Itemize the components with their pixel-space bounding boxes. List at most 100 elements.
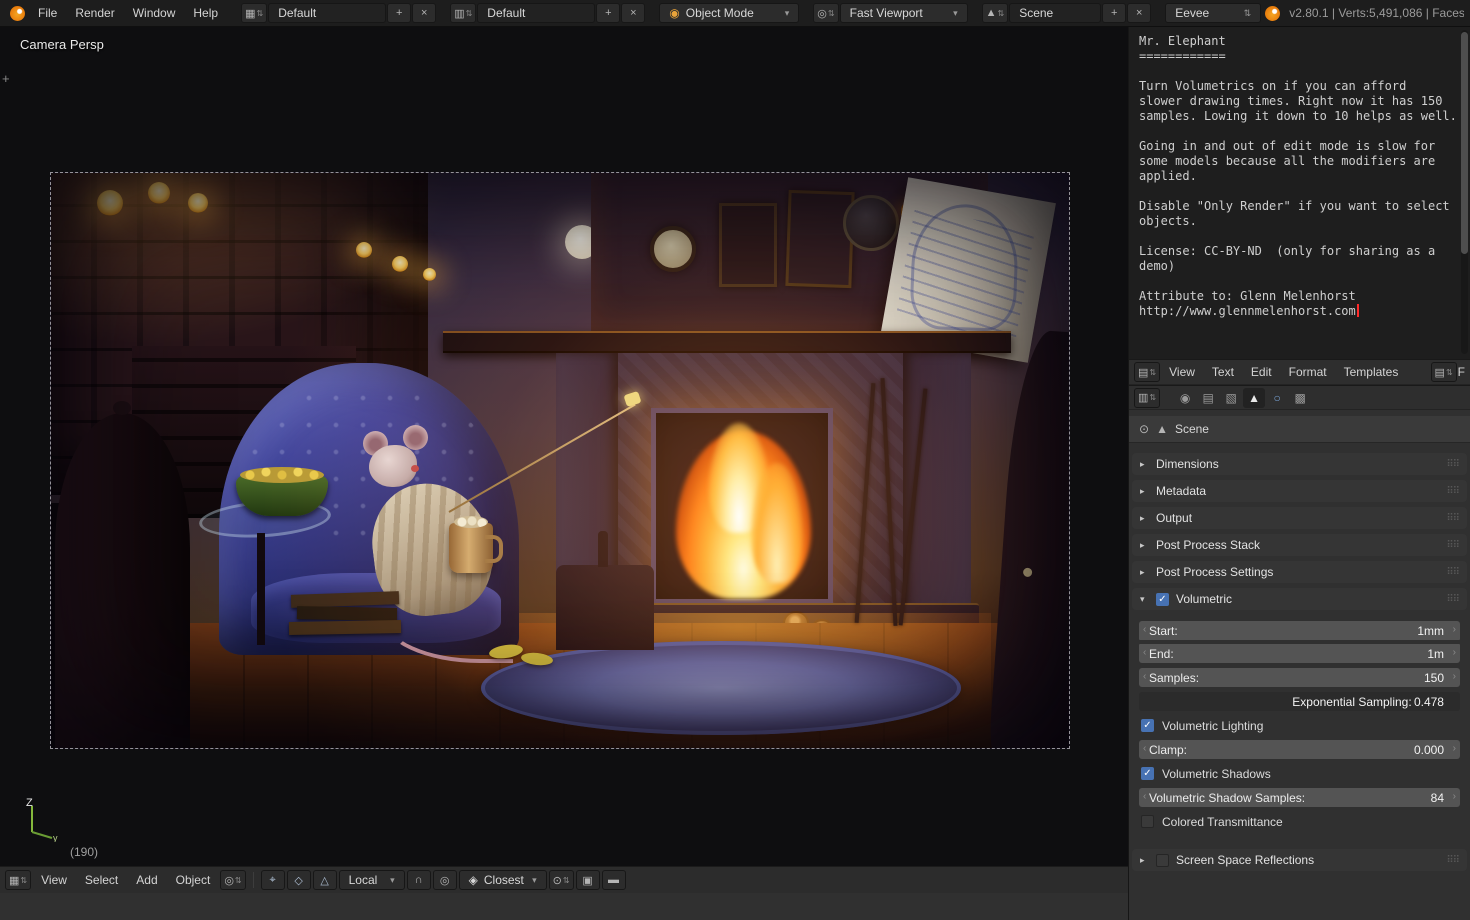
shading-browse-icon[interactable]: ◎⇅ bbox=[813, 3, 838, 23]
axis-z-label: Z bbox=[26, 797, 33, 809]
blender-logo-icon[interactable] bbox=[10, 6, 25, 21]
text-edit-menu[interactable]: Edit bbox=[1243, 359, 1280, 385]
scene-tab-icon[interactable]: ▲ bbox=[1243, 388, 1265, 408]
panel-post-process-stack[interactable]: ▸Post Process Stack⠿⠿ bbox=[1132, 534, 1467, 556]
workspace-close-button[interactable]: × bbox=[412, 3, 436, 23]
text-editor-content[interactable]: Mr. Elephant ============ Turn Volumetri… bbox=[1129, 27, 1470, 319]
scene-vignette bbox=[51, 173, 1069, 748]
scene-name-field[interactable]: Scene bbox=[1009, 3, 1101, 23]
text-view-menu[interactable]: View bbox=[1161, 359, 1203, 385]
volumetric-start-field[interactable]: Start:1mm bbox=[1139, 621, 1460, 640]
window-menu[interactable]: Window bbox=[124, 0, 185, 27]
overlays-toggle-icon[interactable]: ⊙⇅ bbox=[549, 870, 574, 890]
volumetric-samples-field[interactable]: Samples:150 bbox=[1139, 668, 1460, 687]
viewport-object-menu[interactable]: Object bbox=[168, 867, 219, 894]
increment-arrow-icon[interactable]: › bbox=[1453, 743, 1456, 754]
snap-target-dropdown[interactable]: ◈ Closest▾ bbox=[459, 870, 547, 890]
viewport-header-bar: ▦⇅ View Select Add Object ◎⇅ ⌖ ◇ △ Local… bbox=[0, 866, 1128, 893]
viewport-select-menu[interactable]: Select bbox=[77, 867, 126, 894]
layout-add-button[interactable]: + bbox=[596, 3, 620, 23]
volumetric-shadows-checkbox[interactable]: ✓ bbox=[1141, 767, 1154, 780]
increment-arrow-icon[interactable]: › bbox=[1453, 671, 1456, 682]
text-templates-menu[interactable]: Templates bbox=[1336, 359, 1407, 385]
panel-dimensions[interactable]: ▸Dimensions⠿⠿ bbox=[1132, 453, 1467, 475]
volumetric-lighting-checkbox[interactable]: ✓ bbox=[1141, 719, 1154, 732]
volumetric-end-field[interactable]: End:1m bbox=[1139, 644, 1460, 663]
viewport-3d[interactable]: Camera Persp + bbox=[0, 27, 1128, 893]
text-editor[interactable]: Mr. Elephant ============ Turn Volumetri… bbox=[1129, 27, 1470, 359]
panel-grip-icon[interactable]: ⠿⠿ bbox=[1446, 459, 1459, 470]
viewport-add-menu[interactable]: Add bbox=[128, 867, 165, 894]
layout-close-button[interactable]: × bbox=[621, 3, 645, 23]
text-scrollbar[interactable] bbox=[1461, 30, 1468, 354]
scene-add-button[interactable]: + bbox=[1102, 3, 1126, 23]
mode-dropdown[interactable]: ◉ Object Mode ▾ bbox=[659, 3, 799, 23]
text-format-menu[interactable]: Format bbox=[1281, 359, 1335, 385]
panel-grip-icon[interactable]: ⠿⠿ bbox=[1446, 594, 1459, 605]
ssr-checkbox[interactable] bbox=[1156, 854, 1169, 867]
text-editor-type-button[interactable]: ▤⇅ bbox=[1134, 362, 1160, 382]
decrement-arrow-icon[interactable]: ‹ bbox=[1143, 647, 1146, 658]
panel-grip-icon[interactable]: ⠿⠿ bbox=[1446, 540, 1459, 551]
decrement-arrow-icon[interactable]: ‹ bbox=[1143, 671, 1146, 682]
workspace-browse-icon[interactable]: ▦⇅ bbox=[241, 3, 267, 23]
colored-transmittance-checkbox[interactable] bbox=[1141, 815, 1154, 828]
snap-magnet-icon[interactable]: ∩ bbox=[407, 870, 431, 890]
increment-arrow-icon[interactable]: › bbox=[1453, 647, 1456, 658]
world-tab-icon[interactable]: ○ bbox=[1266, 388, 1288, 408]
volumetric-checkbox[interactable]: ✓ bbox=[1156, 593, 1169, 606]
file-menu[interactable]: File bbox=[29, 0, 66, 27]
workspace-name-field[interactable]: Default bbox=[268, 3, 386, 23]
render-preview-icon[interactable]: ▣ bbox=[576, 870, 600, 890]
panel-post-process-settings[interactable]: ▸Post Process Settings⠿⠿ bbox=[1132, 561, 1467, 583]
decrement-arrow-icon[interactable]: ‹ bbox=[1143, 791, 1146, 802]
viewport-view-menu[interactable]: View bbox=[33, 867, 75, 894]
help-menu[interactable]: Help bbox=[184, 0, 227, 27]
properties-editor-type-button[interactable]: ▥⇅ bbox=[1134, 388, 1160, 408]
decrement-arrow-icon[interactable]: ‹ bbox=[1143, 743, 1146, 754]
exponential-sampling-slider[interactable]: Exponential Sampling: 0.478 bbox=[1139, 692, 1460, 711]
pin-icon[interactable]: ⊙ bbox=[1139, 422, 1149, 436]
layout-browse-icon[interactable]: ▥⇅ bbox=[450, 3, 476, 23]
text-scrollbar-thumb[interactable] bbox=[1461, 32, 1468, 254]
panel-grip-icon[interactable]: ⠿⠿ bbox=[1446, 486, 1459, 497]
camera-view-icon[interactable]: ▬ bbox=[602, 870, 626, 890]
editor-type-button[interactable]: ▦⇅ bbox=[5, 870, 31, 890]
panel-output[interactable]: ▸Output⠿⠿ bbox=[1132, 507, 1467, 529]
shading-dropdown[interactable]: Fast Viewport ▾ bbox=[840, 3, 968, 23]
decrement-arrow-icon[interactable]: ‹ bbox=[1143, 624, 1146, 635]
render-tab-icon[interactable]: ◉ bbox=[1174, 388, 1196, 408]
panel-metadata[interactable]: ▸Metadata⠿⠿ bbox=[1132, 480, 1467, 502]
scene-close-button[interactable]: × bbox=[1127, 3, 1151, 23]
volumetric-shadow-samples-field[interactable]: Volumetric Shadow Samples:84 bbox=[1139, 788, 1460, 807]
panel-grip-icon[interactable]: ⠿⠿ bbox=[1446, 567, 1459, 578]
layout-name-field[interactable]: Default bbox=[477, 3, 595, 23]
viewlayer-tab-icon[interactable]: ▧ bbox=[1220, 388, 1242, 408]
orientation-dropdown[interactable]: Local▾ bbox=[339, 870, 405, 890]
panel-volumetric[interactable]: ▾ ✓ Volumetric ⠿⠿ bbox=[1132, 588, 1467, 610]
camera-frame[interactable] bbox=[50, 172, 1070, 749]
annotate-tool-icon[interactable]: △ bbox=[313, 870, 337, 890]
mini-axis-gizmo[interactable]: Z y bbox=[16, 796, 62, 845]
toolbar-expand-button[interactable]: + bbox=[2, 71, 10, 86]
pivot-point-button[interactable]: ◎⇅ bbox=[220, 870, 245, 890]
output-tab-icon[interactable]: ▤ bbox=[1197, 388, 1219, 408]
properties-header: ▥⇅ ◉ ▤ ▧ ▲ ○ ▩ bbox=[1129, 385, 1470, 410]
panel-grip-icon[interactable]: ⠿⠿ bbox=[1446, 513, 1459, 524]
panel-grip-icon[interactable]: ⠿⠿ bbox=[1446, 855, 1459, 866]
panel-screen-space-reflections[interactable]: ▸ Screen Space Reflections ⠿⠿ bbox=[1132, 849, 1467, 871]
render-menu[interactable]: Render bbox=[66, 0, 123, 27]
transform-tool-icon[interactable]: ◇ bbox=[287, 870, 311, 890]
clamp-field[interactable]: Clamp:0.000 bbox=[1139, 740, 1460, 759]
cursor-tool-icon[interactable]: ⌖ bbox=[261, 870, 285, 890]
workspace-add-button[interactable]: + bbox=[387, 3, 411, 23]
increment-arrow-icon[interactable]: › bbox=[1453, 624, 1456, 635]
proportional-editing-icon[interactable]: ◎ bbox=[433, 870, 457, 890]
engine-dropdown[interactable]: Eevee ⇅ bbox=[1165, 3, 1261, 23]
scene-browse-icon[interactable]: ▲⇅ bbox=[982, 3, 1009, 23]
right-panel: Mr. Elephant ============ Turn Volumetri… bbox=[1128, 27, 1470, 920]
text-text-menu[interactable]: Text bbox=[1204, 359, 1242, 385]
texture-tab-icon[interactable]: ▩ bbox=[1289, 388, 1311, 408]
increment-arrow-icon[interactable]: › bbox=[1453, 791, 1456, 802]
text-datablock-button[interactable]: ▤⇅ bbox=[1431, 362, 1457, 382]
